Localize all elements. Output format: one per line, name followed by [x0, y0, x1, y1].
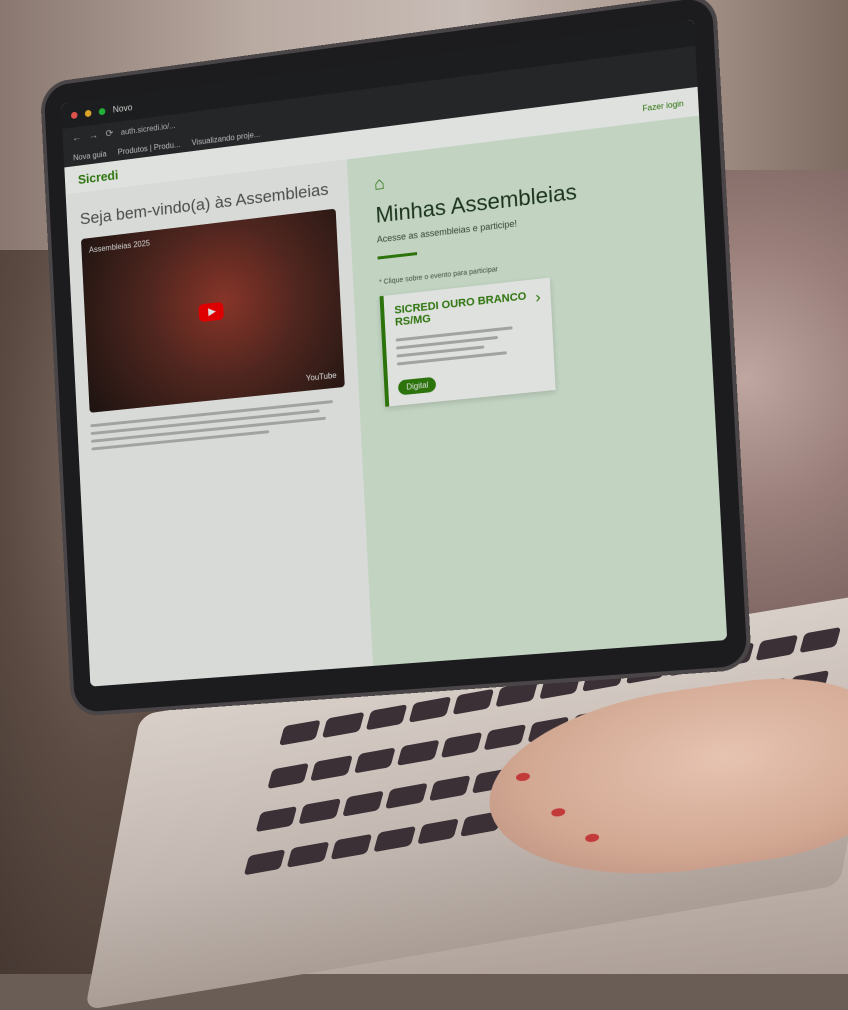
assembly-card[interactable]: › SICREDI OURO BRANCO RS/MG Digital	[379, 277, 556, 407]
maximize-dot-icon[interactable]	[98, 107, 106, 115]
fingernail	[550, 807, 566, 818]
back-arrow-icon[interactable]: ←	[72, 132, 82, 144]
fingernail	[515, 772, 531, 782]
chevron-right-icon[interactable]: ›	[535, 289, 541, 308]
forward-arrow-icon[interactable]: →	[89, 130, 99, 142]
main-content: Seja bem-vindo(a) às Assembleias Assembl…	[65, 115, 728, 687]
close-dot-icon[interactable]	[70, 111, 78, 119]
left-panel: Seja bem-vindo(a) às Assembleias Assembl…	[65, 159, 374, 687]
status-badge: Digital	[398, 376, 437, 396]
bookmark-item[interactable]: Nova guia	[73, 149, 107, 162]
chat-icon[interactable]: ☰	[706, 234, 726, 247]
card-detail-line	[395, 323, 544, 366]
laptop: Novo ← → ⟳ auth.sicredi.io/... Nova guia…	[0, 0, 848, 1010]
title-divider	[377, 252, 418, 260]
sicredi-logo[interactable]: Sicredi	[78, 167, 119, 187]
fingernail	[584, 832, 600, 843]
laptop-screen: Novo ← → ⟳ auth.sicredi.io/... Nova guia…	[61, 19, 728, 687]
minimize-dot-icon[interactable]	[84, 109, 92, 117]
reload-icon[interactable]: ⟳	[105, 128, 113, 140]
right-panel: ⌂ Minhas Assembleias Acesse as assemblei…	[347, 115, 728, 666]
card-title[interactable]: SICREDI OURO BRANCO RS/MG	[394, 289, 541, 328]
login-link[interactable]: Fazer login	[642, 98, 684, 112]
browser-tab-title[interactable]: Novo	[113, 102, 133, 114]
video-player[interactable]: Assembleias 2025 YouTube	[80, 208, 346, 413]
settings-icon[interactable]: ⚙	[707, 254, 727, 267]
side-floating-buttons[interactable]: ☰ ⚙	[705, 226, 728, 301]
play-icon[interactable]	[198, 301, 224, 323]
laptop-lid: Novo ← → ⟳ auth.sicredi.io/... Nova guia…	[43, 0, 748, 713]
